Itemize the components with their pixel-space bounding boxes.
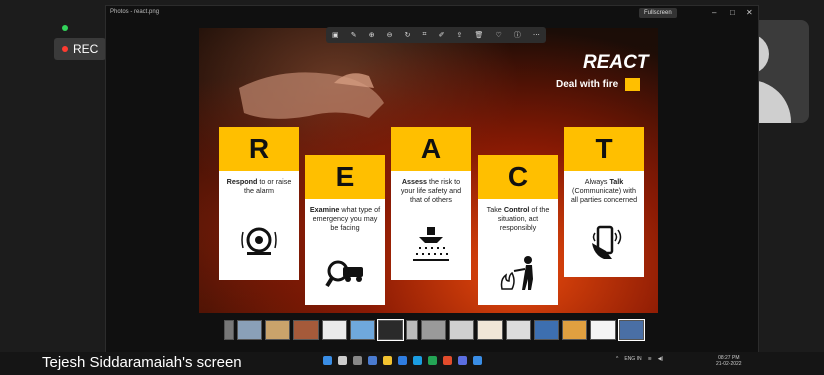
minimize-icon[interactable]: – [712, 8, 716, 17]
phone-call-icon [592, 225, 622, 259]
app-icon[interactable] [428, 356, 437, 365]
thumbnail[interactable] [236, 320, 262, 340]
card-examine: E Examine what type of emergency you may… [305, 155, 385, 305]
card-keyword: Assess [401, 177, 428, 186]
image-toolbar: ▣ ✎ ⊕ ⊖ ↻ ⌗ ✐ ⇪ 🗑 ♡ ⓘ ⋯ [326, 27, 546, 43]
card-keyword: Respond [226, 177, 258, 186]
start-icon[interactable] [323, 356, 332, 365]
more-icon[interactable]: ⋯ [533, 31, 540, 39]
system-tray: ^ ENG IN ≋ ◀) [616, 356, 663, 362]
thumbnail[interactable] [449, 320, 475, 340]
app-icon[interactable] [398, 356, 407, 365]
card-description: Respond to or raise the alarm [219, 171, 299, 195]
language-indicator[interactable]: ENG IN [624, 356, 641, 362]
thumbnail[interactable] [590, 320, 616, 340]
rotate-icon[interactable]: ↻ [405, 31, 411, 39]
slide-title: REACT [583, 52, 649, 73]
taskbar-clock[interactable]: 08:27 PM 21-02-2022 [716, 355, 742, 367]
app-icon[interactable] [368, 356, 377, 365]
favorite-icon[interactable]: ♡ [495, 31, 501, 39]
edge-icon[interactable] [413, 356, 422, 365]
thumbnail[interactable] [406, 320, 418, 340]
record-dot-icon [62, 46, 68, 52]
info-icon[interactable]: ⓘ [514, 30, 521, 40]
crop-icon[interactable]: ⌗ [423, 31, 427, 39]
card-letter: A [391, 127, 471, 171]
slide-subtitle: Deal with fire [556, 79, 619, 90]
card-description: Take Control of the situation, act respo… [478, 199, 558, 232]
search-icon[interactable] [338, 356, 347, 365]
card-text-prefix: Take [486, 205, 504, 214]
delete-icon[interactable]: 🗑 [474, 31, 483, 39]
app-icon[interactable] [458, 356, 467, 365]
card-letter: R [219, 127, 299, 171]
share-icon[interactable]: ⇪ [457, 31, 463, 39]
thumbnail[interactable] [562, 320, 588, 340]
task-view-icon[interactable] [353, 356, 362, 365]
sprinkler-icon [413, 227, 449, 261]
clock-date: 21-02-2022 [716, 361, 742, 367]
status-dot [62, 25, 68, 31]
card-text-prefix: Always [584, 177, 610, 186]
thumbnail[interactable] [321, 320, 347, 340]
card-description: Assess the risk to your life safety and … [391, 171, 471, 204]
window-titlebar: Photos - react.png Fullscreen – □ ✕ [106, 6, 758, 20]
card-description: Examine what type of emergency you may b… [305, 199, 385, 232]
zoom-out-icon[interactable]: ⊖ [387, 31, 393, 39]
volume-icon[interactable]: ◀) [658, 356, 664, 362]
magnifier-vehicle-icon [325, 260, 363, 288]
thumbnail[interactable] [265, 320, 291, 340]
fire-extinguisher-person-icon [500, 256, 533, 290]
rec-label: REC [73, 42, 99, 56]
card-letter: C [478, 155, 558, 199]
card-control: C Take Control of the situation, act res… [478, 155, 558, 305]
thumbnail-selected[interactable] [376, 319, 405, 341]
card-keyword: Examine [309, 205, 340, 214]
subtitle-accent-square [625, 78, 640, 91]
card-assess: A Assess the risk to your life safety an… [391, 127, 471, 280]
thumbnail[interactable] [477, 320, 503, 340]
edit-icon[interactable]: ✎ [351, 31, 357, 39]
fullscreen-button[interactable]: Fullscreen [639, 8, 677, 18]
thumbnail[interactable] [349, 320, 375, 340]
card-keyword: Talk [609, 177, 624, 186]
zoom-in-icon[interactable]: ⊕ [369, 31, 375, 39]
close-icon[interactable]: ✕ [746, 8, 753, 17]
thumbnail[interactable] [505, 320, 531, 340]
draw-icon[interactable]: ✐ [439, 31, 445, 39]
card-letter: T [564, 127, 644, 171]
card-letter: E [305, 155, 385, 199]
card-text: (Communicate) with all parties concerned [570, 186, 638, 204]
alarm-bell-icon [241, 227, 277, 255]
taskbar-apps [323, 356, 482, 365]
thumbnail-strip [224, 318, 645, 342]
app-icon[interactable] [443, 356, 452, 365]
thumbnail[interactable] [224, 320, 234, 340]
thumbnail[interactable] [420, 320, 447, 340]
view-icon[interactable]: ▣ [332, 31, 339, 39]
recording-indicator: REC [54, 38, 107, 60]
card-keyword: Control [503, 205, 530, 214]
thumbnail[interactable] [293, 320, 319, 340]
screen-share-label: Tejesh Siddaramaiah's screen [42, 354, 242, 371]
card-talk: T Always Talk (Communicate) with all par… [564, 127, 644, 277]
photos-icon[interactable] [473, 356, 482, 365]
thumbnail[interactable] [617, 319, 645, 341]
thumbnail[interactable] [533, 320, 560, 340]
wifi-icon[interactable]: ≋ [648, 356, 652, 362]
file-explorer-icon[interactable] [383, 356, 392, 365]
chevron-up-icon[interactable]: ^ [616, 356, 618, 362]
maximize-icon[interactable]: □ [730, 8, 735, 17]
card-description: Always Talk (Communicate) with all parti… [564, 171, 644, 204]
window-title: Photos - react.png [110, 9, 160, 15]
card-respond: R Respond to or raise the alarm [219, 127, 299, 280]
